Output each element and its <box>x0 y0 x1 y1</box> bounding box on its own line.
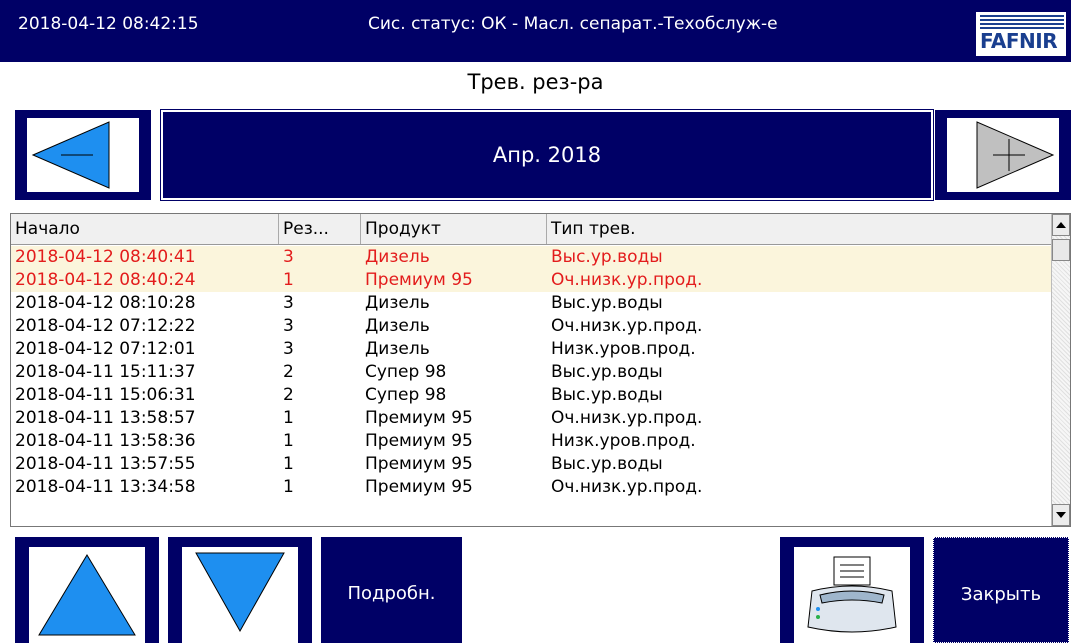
datetime: 2018-04-12 08:42:15 <box>18 14 199 34</box>
status-bar: 2018-04-12 08:42:15 Сис. статус: ОК - Ма… <box>0 0 1071 62</box>
cell-start: 2018-04-12 08:40:24 <box>15 270 196 290</box>
table-row[interactable]: 2018-04-11 13:58:57 1 Премиум 95 Оч.низк.ур… <box>11 407 1051 430</box>
details-button-label: Подробн. <box>347 583 436 604</box>
cell-start: 2018-04-12 07:12:22 <box>15 316 196 336</box>
cell-tank: 1 <box>283 454 294 474</box>
cell-tank: 2 <box>283 385 294 405</box>
cell-alarm-type: Оч.низк.ур.прод. <box>551 408 703 428</box>
print-button[interactable] <box>780 537 924 643</box>
period-display: Апр. 2018 <box>160 109 934 201</box>
vertical-scrollbar[interactable] <box>1051 214 1070 526</box>
table-row[interactable]: 2018-04-12 07:12:22 3 Дизель Оч.низк.ур.про… <box>11 315 1051 338</box>
cell-alarm-type: Выс.ур.воды <box>551 247 663 267</box>
alarm-table[interactable]: Начало Рез... Продукт Тип трев. 2018-04-… <box>10 213 1071 527</box>
cell-tank: 1 <box>283 477 294 497</box>
cell-alarm-type: Выс.ур.воды <box>551 293 663 313</box>
scroll-up-button[interactable] <box>1052 214 1070 236</box>
page-title: Трев. рез-ра <box>467 70 604 94</box>
table-row[interactable]: 2018-04-11 13:58:36 1 Премиум 95 Низк.уров.… <box>11 430 1051 453</box>
table-row[interactable]: 2018-04-12 08:40:24 1 Премиум 95 Оч.низк.ур… <box>11 269 1051 292</box>
up-arrow-icon <box>38 554 136 636</box>
previous-month-button[interactable] <box>15 110 151 200</box>
cell-product: Премиум 95 <box>365 477 473 497</box>
logo-text: FAFNIR <box>980 29 1058 53</box>
cell-tank: 3 <box>283 316 294 336</box>
table-row[interactable]: 2018-04-12 07:12:01 3 Дизель Низк.уров.прод… <box>11 338 1051 361</box>
cell-alarm-type: Выс.ур.воды <box>551 362 663 382</box>
cell-product: Дизель <box>365 339 430 359</box>
close-button-label: Закрыть <box>960 584 1042 605</box>
cell-product: Супер 98 <box>365 385 447 405</box>
cell-product: Дизель <box>365 293 430 313</box>
close-button[interactable]: Закрыть <box>933 537 1069 643</box>
cell-product: Премиум 95 <box>365 431 473 451</box>
cell-start: 2018-04-12 07:12:01 <box>15 339 196 359</box>
next-month-button[interactable] <box>935 110 1071 200</box>
table-row[interactable]: 2018-04-12 08:40:41 3 Дизель Выс.ур.воды <box>11 246 1051 269</box>
table-row[interactable]: 2018-04-11 15:06:31 2 Супер 98 Выс.ур.воды <box>11 384 1051 407</box>
cell-tank: 3 <box>283 293 294 313</box>
details-button[interactable]: Подробн. <box>321 537 462 643</box>
cell-tank: 2 <box>283 362 294 382</box>
column-header-tank[interactable]: Рез... <box>279 214 361 244</box>
cell-start: 2018-04-11 13:57:55 <box>15 454 196 474</box>
cell-product: Премиум 95 <box>365 408 473 428</box>
scroll-down-list-button[interactable] <box>168 537 312 643</box>
cell-tank: 1 <box>283 270 294 290</box>
fafnir-logo: FAFNIR <box>976 12 1066 56</box>
column-header-product[interactable]: Продукт <box>361 214 547 244</box>
cell-product: Дизель <box>365 247 430 267</box>
cell-tank: 3 <box>283 339 294 359</box>
cell-product: Дизель <box>365 316 430 336</box>
down-arrow-icon <box>195 552 285 633</box>
cell-alarm-type: Оч.низк.ур.прод. <box>551 477 703 497</box>
cell-start: 2018-04-11 15:06:31 <box>15 385 196 405</box>
left-arrow-icon <box>31 121 110 189</box>
system-status: Сис. статус: ОК - Масл. сепарат.-Техобсл… <box>368 14 778 34</box>
cell-start: 2018-04-12 08:40:41 <box>15 247 196 267</box>
cell-alarm-type: Оч.низк.ур.прод. <box>551 270 703 290</box>
table-header: Начало Рез... Продукт Тип трев. <box>11 214 1051 245</box>
column-header-start[interactable]: Начало <box>11 214 279 244</box>
cell-tank: 3 <box>283 247 294 267</box>
cell-product: Премиум 95 <box>365 454 473 474</box>
cell-tank: 1 <box>283 431 294 451</box>
right-arrow-icon <box>976 121 1055 189</box>
printer-icon <box>807 556 897 633</box>
table-row[interactable]: 2018-04-11 15:11:37 2 Супер 98 Выс.ур.воды <box>11 361 1051 384</box>
cell-alarm-type: Низк.уров.прод. <box>551 431 696 451</box>
scroll-thumb[interactable] <box>1052 239 1070 261</box>
column-header-alarm-type[interactable]: Тип трев. <box>547 214 1051 244</box>
cell-start: 2018-04-11 13:58:57 <box>15 408 196 428</box>
cell-alarm-type: Выс.ур.воды <box>551 454 663 474</box>
table-row[interactable]: 2018-04-12 08:10:28 3 Дизель Выс.ур.воды <box>11 292 1051 315</box>
cell-alarm-type: Низк.уров.прод. <box>551 339 696 359</box>
table-row[interactable]: 2018-04-11 13:57:55 1 Премиум 95 Выс.ур.вод… <box>11 453 1051 476</box>
scroll-up-list-button[interactable] <box>15 537 159 643</box>
scroll-down-icon <box>1056 512 1066 518</box>
cell-alarm-type: Оч.низк.ур.прод. <box>551 316 703 336</box>
cell-tank: 1 <box>283 408 294 428</box>
table-row[interactable]: 2018-04-11 13:34:58 1 Премиум 95 Оч.низк.ур… <box>11 476 1051 499</box>
cell-start: 2018-04-11 13:58:36 <box>15 431 196 451</box>
cell-start: 2018-04-12 08:10:28 <box>15 293 196 313</box>
cell-start: 2018-04-11 13:34:58 <box>15 477 196 497</box>
scroll-down-button[interactable] <box>1052 504 1070 526</box>
cell-alarm-type: Выс.ур.воды <box>551 385 663 405</box>
scroll-up-icon <box>1056 222 1066 228</box>
cell-product: Супер 98 <box>365 362 447 382</box>
cell-start: 2018-04-11 15:11:37 <box>15 362 196 382</box>
cell-product: Премиум 95 <box>365 270 473 290</box>
